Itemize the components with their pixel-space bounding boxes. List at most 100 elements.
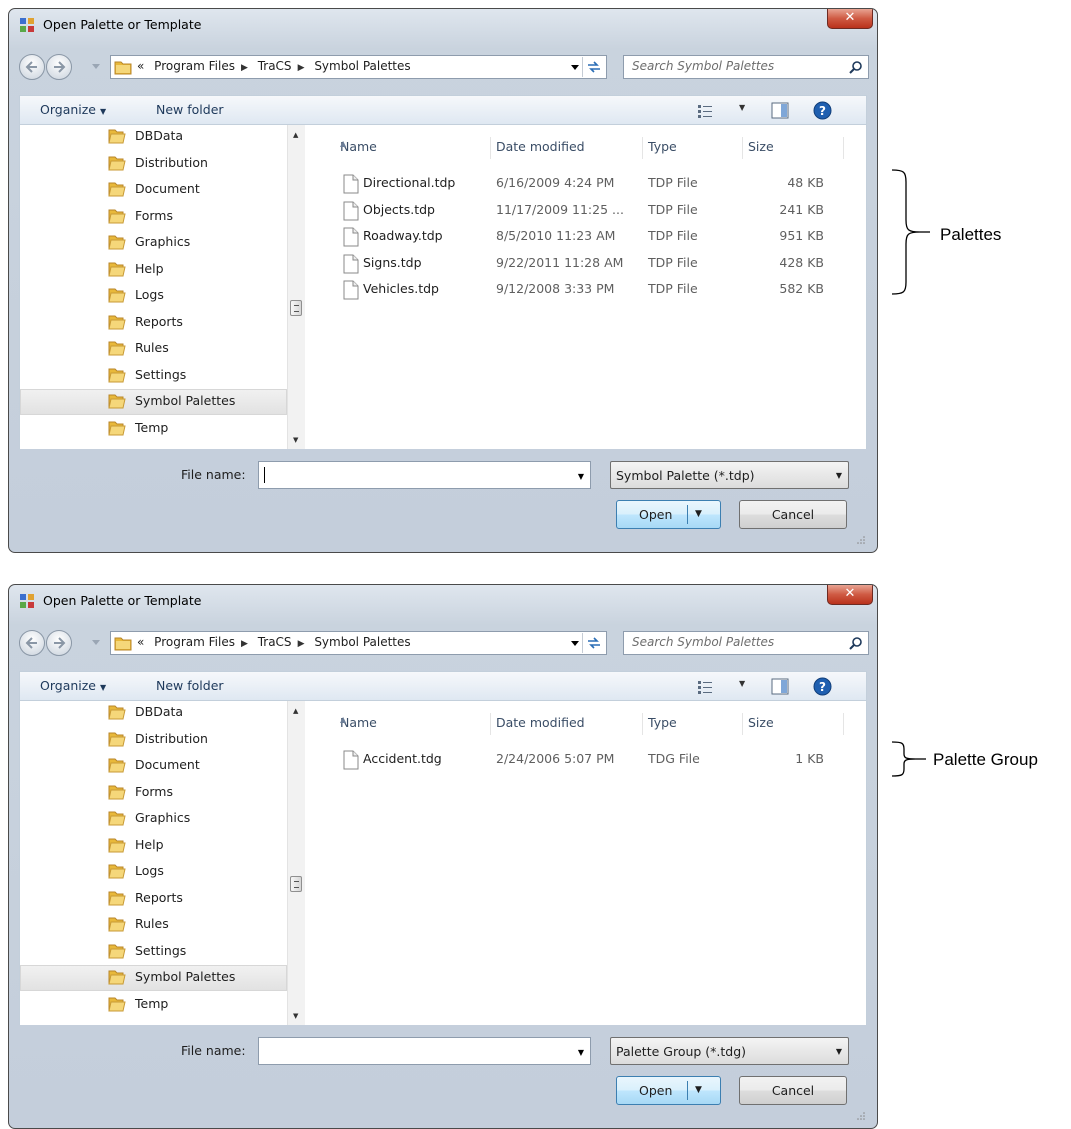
search-input[interactable]: Search Symbol Palettes xyxy=(623,631,869,655)
forward-button[interactable] xyxy=(46,54,72,80)
title-bar[interactable]: Open Palette or Template ✕ xyxy=(9,585,877,615)
tree-item-settings[interactable]: Settings xyxy=(20,363,287,389)
breadcrumb-overflow[interactable]: « xyxy=(137,59,144,73)
tree-item-document[interactable]: Document xyxy=(20,177,287,203)
tree-item-temp[interactable]: Temp xyxy=(20,992,287,1018)
column-header-name[interactable]: Name ▲ xyxy=(334,137,491,159)
tree-item-forms[interactable]: Forms xyxy=(20,204,287,230)
file-type-filter[interactable]: Symbol Palette (*.tdp) ▼ xyxy=(610,461,849,489)
tree-item-settings[interactable]: Settings xyxy=(20,939,287,965)
scroll-down-icon[interactable]: ▼ xyxy=(293,1012,298,1020)
tree-item-reports[interactable]: Reports xyxy=(20,310,287,336)
tree-item-forms[interactable]: Forms xyxy=(20,780,287,806)
tree-item-rules[interactable]: Rules xyxy=(20,336,287,362)
column-header-type[interactable]: Type xyxy=(642,713,743,735)
file-name-input[interactable]: ▼ xyxy=(258,461,591,489)
tree-scrollbar[interactable]: ▲ ▼ xyxy=(287,125,305,449)
tree-item-distribution[interactable]: Distribution xyxy=(20,727,287,753)
refresh-button[interactable] xyxy=(582,57,605,77)
cancel-button[interactable]: Cancel xyxy=(739,1076,847,1105)
resize-grip-icon[interactable] xyxy=(855,534,865,544)
file-type-filter[interactable]: Palette Group (*.tdg) ▼ xyxy=(610,1037,849,1065)
column-header-date-modified[interactable]: Date modified xyxy=(490,137,643,159)
breadcrumb-overflow[interactable]: « xyxy=(137,635,144,649)
tree-item-document[interactable]: Document xyxy=(20,753,287,779)
breadcrumb-symbol-palettes[interactable]: Symbol Palettes xyxy=(314,635,410,649)
back-button[interactable] xyxy=(19,630,45,656)
search-input[interactable]: Search Symbol Palettes xyxy=(623,55,869,79)
address-dropdown-icon[interactable] xyxy=(571,63,579,71)
view-dropdown-icon[interactable]: ▼ xyxy=(739,103,745,112)
tree-scrollbar[interactable]: ▲ ▼ xyxy=(287,701,305,1025)
breadcrumb-tracs[interactable]: TraCS xyxy=(258,59,292,73)
tree-item-temp[interactable]: Temp xyxy=(20,416,287,442)
preview-pane-icon[interactable] xyxy=(771,678,789,695)
breadcrumb-separator[interactable]: ▶ xyxy=(241,639,248,649)
preview-pane-icon[interactable] xyxy=(771,102,789,119)
help-icon[interactable]: ? xyxy=(813,677,832,696)
column-header-name[interactable]: Name ▲ xyxy=(334,713,491,735)
resize-grip-icon[interactable] xyxy=(855,1110,865,1120)
open-button[interactable]: Open ▼ xyxy=(616,1076,721,1105)
tree-item-reports[interactable]: Reports xyxy=(20,886,287,912)
file-row[interactable]: Vehicles.tdp 9/12/2008 3:33 PM TDP File 582… xyxy=(334,277,844,303)
tree-item-symbol-palettes[interactable]: Symbol Palettes xyxy=(20,389,287,415)
back-button[interactable] xyxy=(19,54,45,80)
open-button[interactable]: Open ▼ xyxy=(616,500,721,529)
forward-button[interactable] xyxy=(46,630,72,656)
organize-menu[interactable]: Organize ▼ xyxy=(40,102,106,117)
address-bar[interactable]: « Program Files ▶ TraCS ▶ Symbol Palettes xyxy=(110,631,607,655)
help-icon[interactable]: ? xyxy=(813,101,832,120)
address-bar[interactable]: « Program Files ▶ TraCS ▶ Symbol Palettes xyxy=(110,55,607,79)
file-name-input[interactable]: ▼ xyxy=(258,1037,591,1065)
scrollbar-thumb[interactable] xyxy=(290,300,302,316)
open-options-dropdown-icon[interactable]: ▼ xyxy=(695,1085,702,1095)
scroll-up-icon[interactable]: ▲ xyxy=(293,707,298,715)
breadcrumb-symbol-palettes[interactable]: Symbol Palettes xyxy=(314,59,410,73)
scrollbar-thumb[interactable] xyxy=(290,876,302,892)
search-icon[interactable] xyxy=(849,636,863,650)
column-header-date-modified[interactable]: Date modified xyxy=(490,713,643,735)
file-row[interactable]: Objects.tdp 11/17/2009 11:25 ... TDP File 2… xyxy=(334,198,844,224)
tree-item-distribution[interactable]: Distribution xyxy=(20,151,287,177)
search-icon[interactable] xyxy=(849,60,863,74)
scroll-down-icon[interactable]: ▼ xyxy=(293,436,298,444)
file-row[interactable]: Signs.tdp 9/22/2011 11:28 AM TDP File 428 K… xyxy=(334,251,844,277)
file-name-dropdown-icon[interactable]: ▼ xyxy=(578,472,584,481)
column-header-size[interactable]: Size xyxy=(742,713,844,735)
close-button[interactable]: ✕ xyxy=(827,585,873,605)
tree-item-dbdata[interactable]: DBData xyxy=(20,125,287,150)
cancel-button[interactable]: Cancel xyxy=(739,500,847,529)
tree-item-help[interactable]: Help xyxy=(20,257,287,283)
tree-item-rules[interactable]: Rules xyxy=(20,912,287,938)
tree-item-graphics[interactable]: Graphics xyxy=(20,806,287,832)
file-row[interactable]: Accident.tdg 2/24/2006 5:07 PM TDG File 1 K… xyxy=(334,747,844,773)
column-header-size[interactable]: Size xyxy=(742,137,844,159)
title-bar[interactable]: Open Palette or Template ✕ xyxy=(9,9,877,39)
file-row[interactable]: Directional.tdp 6/16/2009 4:24 PM TDP File… xyxy=(334,171,844,197)
file-row[interactable]: Roadway.tdp 8/5/2010 11:23 AM TDP File 951 … xyxy=(334,224,844,250)
view-dropdown-icon[interactable]: ▼ xyxy=(739,679,745,688)
tree-item-graphics[interactable]: Graphics xyxy=(20,230,287,256)
refresh-button[interactable] xyxy=(582,633,605,653)
breadcrumb-program-files[interactable]: Program Files xyxy=(154,635,235,649)
column-header-type[interactable]: Type xyxy=(642,137,743,159)
tree-item-logs[interactable]: Logs xyxy=(20,283,287,309)
organize-menu[interactable]: Organize ▼ xyxy=(40,678,106,693)
tree-item-symbol-palettes[interactable]: Symbol Palettes xyxy=(20,965,287,991)
file-name-dropdown-icon[interactable]: ▼ xyxy=(578,1048,584,1057)
breadcrumb-separator[interactable]: ▶ xyxy=(298,639,305,649)
view-options-icon[interactable] xyxy=(697,104,713,118)
tree-item-logs[interactable]: Logs xyxy=(20,859,287,885)
scroll-up-icon[interactable]: ▲ xyxy=(293,131,298,139)
new-folder-button[interactable]: New folder xyxy=(156,102,224,117)
new-folder-button[interactable]: New folder xyxy=(156,678,224,693)
close-button[interactable]: ✕ xyxy=(827,9,873,29)
tree-item-dbdata[interactable]: DBData xyxy=(20,701,287,726)
breadcrumb-separator[interactable]: ▶ xyxy=(298,63,305,73)
address-dropdown-icon[interactable] xyxy=(571,639,579,647)
view-options-icon[interactable] xyxy=(697,680,713,694)
breadcrumb-separator[interactable]: ▶ xyxy=(241,63,248,73)
breadcrumb-tracs[interactable]: TraCS xyxy=(258,635,292,649)
tree-item-help[interactable]: Help xyxy=(20,833,287,859)
